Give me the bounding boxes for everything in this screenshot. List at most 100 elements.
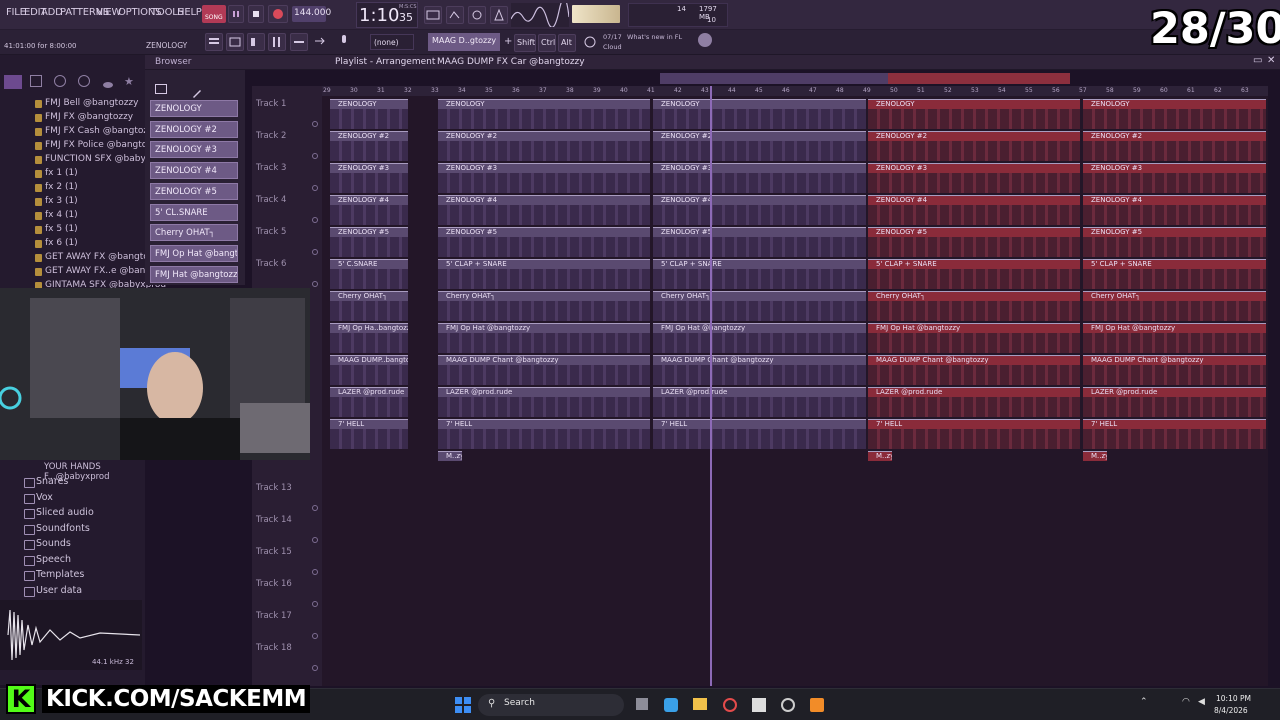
- clip-header[interactable]: ZENOLOGY #5: [1083, 227, 1266, 237]
- browser-folder[interactable]: Speech: [24, 554, 71, 566]
- clip-body[interactable]: [1083, 109, 1266, 129]
- pencil-icon[interactable]: [191, 84, 203, 98]
- channel-button[interactable]: Cherry OHAT┐: [150, 224, 238, 242]
- clip-header[interactable]: MAAG DUMP Chant @bangtozzy: [438, 355, 650, 365]
- clip-header[interactable]: ZENOLOGY #5: [438, 227, 650, 237]
- clip-header[interactable]: ZENOLOGY #4: [1083, 195, 1266, 205]
- clip-header[interactable]: ZENOLOGY: [653, 99, 866, 109]
- browser-item[interactable]: fx 6 (1): [35, 238, 78, 248]
- clip-body[interactable]: [438, 173, 650, 193]
- sound-icon[interactable]: [78, 75, 90, 87]
- browser-item[interactable]: fx 3 (1): [35, 196, 78, 206]
- browser-item[interactable]: FMJ FX Cash @bangtozzy: [34, 126, 158, 136]
- opera-icon[interactable]: [723, 698, 737, 712]
- clip-body[interactable]: [868, 269, 1080, 289]
- file-icon[interactable]: [30, 75, 42, 87]
- clip-body[interactable]: [438, 301, 650, 321]
- browser-folder[interactable]: Snares: [23, 476, 68, 488]
- clip-header[interactable]: ZENOLOGY: [868, 99, 1080, 109]
- clip-body[interactable]: [868, 333, 1080, 353]
- channel-button[interactable]: FMJ Hat @bangtozzy: [150, 265, 238, 283]
- clip-header[interactable]: 5' CLAP + SNARE: [868, 259, 1080, 269]
- start-icon[interactable]: [455, 697, 471, 713]
- clip-body[interactable]: [438, 333, 650, 353]
- track-label[interactable]: Track 14: [256, 515, 292, 525]
- clip-header[interactable]: FMJ Op Hat @bangtozzy: [438, 323, 650, 333]
- clip-header[interactable]: ZENOLOGY #4: [868, 195, 1080, 205]
- browser-folder[interactable]: Templates: [23, 569, 84, 581]
- wifi-icon[interactable]: ◠: [1182, 697, 1190, 707]
- clip-body[interactable]: [868, 429, 1080, 449]
- arrow-right-button[interactable]: [312, 33, 330, 51]
- browser-folder[interactable]: Sounds: [24, 538, 71, 550]
- clip-body[interactable]: [653, 237, 866, 257]
- clip-header[interactable]: MAAG DUMP..bangtozzy: [330, 355, 408, 365]
- browser-folder[interactable]: Sliced audio: [24, 507, 94, 519]
- channel-menu-icon[interactable]: [155, 84, 167, 94]
- clip-header[interactable]: LAZER @prod.rude: [868, 387, 1080, 397]
- track-mute-dot[interactable]: [312, 505, 318, 511]
- song-mode-toggle[interactable]: SONG: [202, 5, 226, 23]
- browser-folder[interactable]: Soundfonts: [24, 523, 90, 535]
- channel-button[interactable]: ZENOLOGY #4: [150, 162, 238, 180]
- browser-item[interactable]: fx 2 (1): [35, 182, 78, 192]
- clip-body[interactable]: [1083, 301, 1266, 321]
- clip-header[interactable]: ZENOLOGY #4: [653, 195, 866, 205]
- clip-header[interactable]: FMJ Op Ha..bangtozzy: [330, 323, 408, 333]
- clip-body[interactable]: [1083, 205, 1266, 225]
- clip-header[interactable]: Cherry OHAT┐: [438, 291, 650, 301]
- clip-body[interactable]: [1083, 365, 1266, 385]
- play-button[interactable]: [228, 5, 244, 23]
- clip-body[interactable]: [330, 269, 408, 289]
- track-label[interactable]: Track 15: [256, 547, 292, 557]
- clip-header[interactable]: Cherry OHAT┐: [1083, 291, 1266, 301]
- clip-header[interactable]: ZENOLOGY #3: [330, 163, 408, 173]
- close-icon[interactable]: ✕: [1267, 55, 1275, 66]
- clip-header[interactable]: Cherry OHAT┐: [653, 291, 866, 301]
- clip-header[interactable]: M..zy: [868, 451, 892, 461]
- track-label[interactable]: Track 1: [256, 99, 286, 109]
- channel-button[interactable]: FMJ Op Hat @bangtozzy: [150, 244, 238, 262]
- pattern-selector[interactable]: MAAG D..gtozzy: [428, 33, 500, 51]
- taskbar-search[interactable]: ⚲ Search: [478, 694, 624, 716]
- clip-header[interactable]: FMJ Op Hat @bangtozzy: [653, 323, 866, 333]
- clip-header[interactable]: ZENOLOGY #5: [330, 227, 408, 237]
- song-position-bar-red[interactable]: [888, 73, 1070, 84]
- view-browser-button[interactable]: [290, 33, 308, 51]
- clip-header[interactable]: ZENOLOGY #3: [653, 163, 866, 173]
- track-mute-dot[interactable]: [312, 569, 318, 575]
- track-label[interactable]: Track 6: [256, 259, 286, 269]
- clip-body[interactable]: [330, 397, 408, 417]
- clip-header[interactable]: ZENOLOGY #4: [438, 195, 650, 205]
- clip-header[interactable]: 7' HELL: [438, 419, 650, 429]
- minimize-icon[interactable]: ▭: [1253, 55, 1262, 66]
- user-avatar[interactable]: [698, 33, 712, 47]
- clip-body[interactable]: [653, 141, 866, 161]
- clip-header[interactable]: M..zy: [438, 451, 462, 461]
- channel-button[interactable]: ZENOLOGY: [150, 100, 238, 117]
- browser-item[interactable]: FMJ Bell @bangtozzy: [35, 98, 139, 108]
- clip-body[interactable]: [653, 269, 866, 289]
- clip-header[interactable]: ZENOLOGY #2: [330, 131, 408, 141]
- view-channelrack-button[interactable]: [247, 33, 265, 51]
- taskview-icon[interactable]: [636, 698, 648, 710]
- clip-header[interactable]: LAZER @prod.rude: [330, 387, 408, 397]
- clip-body[interactable]: [1083, 333, 1266, 353]
- arrangement-name[interactable]: MAAG DUMP FX Car @bangtozzy: [437, 57, 585, 67]
- track-label[interactable]: Track 17: [256, 611, 292, 621]
- clip-body[interactable]: [438, 237, 650, 257]
- preset-selector[interactable]: (none): [370, 34, 414, 50]
- clip-header[interactable]: Cherry OHAT┐: [330, 291, 408, 301]
- track-label[interactable]: Track 4: [256, 195, 286, 205]
- clip-header[interactable]: Cherry OHAT┐: [868, 291, 1080, 301]
- clip-header[interactable]: 5' CLAP + SNARE: [1083, 259, 1266, 269]
- ctrl-key[interactable]: Ctrl: [538, 34, 556, 52]
- track-label[interactable]: Track 16: [256, 579, 292, 589]
- clip-body[interactable]: [653, 205, 866, 225]
- view-playlist-button[interactable]: [205, 33, 223, 51]
- clip-body[interactable]: [1083, 173, 1266, 193]
- clip-header[interactable]: 7' HELL: [1083, 419, 1266, 429]
- star-icon[interactable]: ★: [124, 75, 136, 88]
- track-mute-dot[interactable]: [312, 281, 318, 287]
- clip-body[interactable]: [438, 109, 650, 129]
